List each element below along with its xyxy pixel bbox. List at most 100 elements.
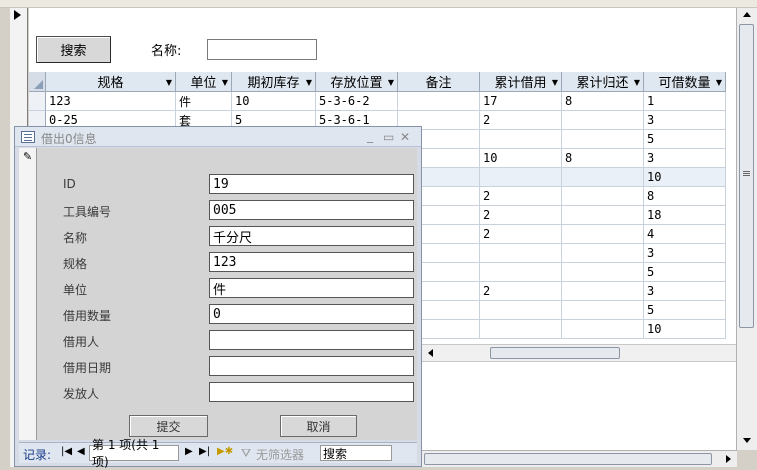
submit-button[interactable]: 提交: [129, 415, 208, 437]
field-input[interactable]: 19: [209, 174, 414, 194]
select-all-corner[interactable]: [29, 72, 46, 92]
table-cell[interactable]: 10: [644, 168, 726, 187]
search-button[interactable]: 搜索: [36, 36, 111, 63]
table-cell[interactable]: 17: [480, 92, 562, 111]
table-cell[interactable]: [480, 263, 562, 282]
table-cell[interactable]: [562, 187, 644, 206]
nav-search-input[interactable]: 搜索: [320, 445, 392, 461]
table-cell[interactable]: 123: [46, 92, 176, 111]
table-cell[interactable]: [480, 130, 562, 149]
table-cell[interactable]: [398, 92, 480, 111]
scroll-left-icon[interactable]: [428, 349, 433, 357]
table-cell[interactable]: 2: [480, 206, 562, 225]
field-input[interactable]: 0: [209, 304, 414, 324]
table-cell[interactable]: 5: [644, 263, 726, 282]
dialog-record-selector[interactable]: ✎: [19, 148, 37, 440]
scroll-right-icon[interactable]: [726, 455, 731, 463]
table-cell[interactable]: [480, 168, 562, 187]
table-cell[interactable]: [562, 130, 644, 149]
table-cell[interactable]: [562, 320, 644, 339]
table-cell[interactable]: 4: [644, 225, 726, 244]
table-cell[interactable]: 5: [644, 301, 726, 320]
scroll-up-icon[interactable]: [743, 12, 751, 17]
next-record-icon[interactable]: ▶: [185, 446, 193, 457]
prev-record-icon[interactable]: ◀: [77, 446, 85, 457]
table-cell[interactable]: 18: [644, 206, 726, 225]
row-selector[interactable]: [29, 92, 46, 111]
filter-icon[interactable]: ⛛: [241, 446, 251, 461]
chevron-down-icon[interactable]: ▼: [166, 78, 172, 87]
table-cell[interactable]: 2: [480, 111, 562, 130]
field-label: 名称: [63, 231, 88, 245]
name-label: 名称:: [151, 44, 182, 59]
field-input[interactable]: 千分尺: [209, 226, 414, 246]
minimize-icon[interactable]: _: [367, 129, 373, 143]
field-input[interactable]: [209, 330, 414, 350]
table-cell[interactable]: [480, 320, 562, 339]
column-header-label: 存放位置: [330, 76, 383, 91]
column-header-6[interactable]: 累计借用 ▼: [480, 72, 562, 92]
table-cell[interactable]: 8: [644, 187, 726, 206]
chevron-down-icon[interactable]: ▼: [388, 78, 394, 87]
table-cell[interactable]: 件: [176, 92, 232, 111]
field-input[interactable]: [209, 382, 414, 402]
column-header-3[interactable]: 期初库存 ▼: [232, 72, 316, 92]
table-cell[interactable]: [562, 206, 644, 225]
chevron-down-icon[interactable]: ▼: [222, 78, 228, 87]
record-position-field[interactable]: 第 1 项(共 1 项): [89, 438, 179, 469]
table-cell[interactable]: 8: [562, 92, 644, 111]
last-record-icon[interactable]: ▶|: [199, 446, 210, 457]
chevron-down-icon[interactable]: ▼: [634, 78, 640, 87]
subform-scroll-thumb[interactable]: [490, 347, 620, 359]
first-record-icon[interactable]: |◀: [61, 446, 72, 457]
new-record-icon[interactable]: ▶✱: [217, 446, 233, 457]
table-cell[interactable]: [480, 301, 562, 320]
column-header-7[interactable]: 累计归还 ▼: [562, 72, 644, 92]
chevron-down-icon[interactable]: ▼: [552, 78, 558, 87]
table-cell[interactable]: 10: [232, 92, 316, 111]
horizontal-scroll-thumb[interactable]: [424, 453, 712, 465]
vertical-scrollbar[interactable]: [736, 8, 757, 450]
table-cell[interactable]: [562, 301, 644, 320]
field-input[interactable]: 件: [209, 278, 414, 298]
table-cell[interactable]: 2: [480, 282, 562, 301]
table-cell[interactable]: [562, 111, 644, 130]
cancel-button[interactable]: 取消: [280, 415, 357, 437]
table-cell[interactable]: 3: [644, 149, 726, 168]
chevron-down-icon[interactable]: ▼: [716, 78, 722, 87]
column-header-4[interactable]: 存放位置 ▼: [316, 72, 398, 92]
table-cell[interactable]: 10: [644, 320, 726, 339]
no-filter-label[interactable]: 无筛选器: [256, 446, 304, 463]
name-search-input[interactable]: [207, 39, 317, 60]
table-cell[interactable]: 3: [644, 111, 726, 130]
table-cell[interactable]: 2: [480, 225, 562, 244]
subform-horizontal-scrollbar[interactable]: [422, 344, 736, 362]
table-cell[interactable]: 3: [644, 282, 726, 301]
table-cell[interactable]: [562, 282, 644, 301]
column-header-5[interactable]: 备注: [398, 72, 480, 92]
column-header-2[interactable]: 单位 ▼: [176, 72, 232, 92]
column-header-8[interactable]: 可借数量 ▼: [644, 72, 726, 92]
table-cell[interactable]: [562, 225, 644, 244]
table-cell[interactable]: 3: [644, 244, 726, 263]
field-input[interactable]: [209, 356, 414, 376]
table-cell[interactable]: 1: [644, 92, 726, 111]
table-cell[interactable]: 5-3-6-2: [316, 92, 398, 111]
table-cell[interactable]: 10: [480, 149, 562, 168]
table-cell[interactable]: 5: [644, 130, 726, 149]
column-header-1[interactable]: 规格 ▼: [46, 72, 176, 92]
close-icon[interactable]: ✕: [400, 130, 410, 144]
table-cell[interactable]: 8: [562, 149, 644, 168]
table-cell[interactable]: [480, 244, 562, 263]
scroll-down-icon[interactable]: [743, 438, 751, 443]
table-cell[interactable]: [562, 168, 644, 187]
chevron-down-icon[interactable]: ▼: [306, 78, 312, 87]
field-input[interactable]: 123: [209, 252, 414, 272]
vertical-scroll-thumb[interactable]: [739, 24, 754, 328]
table-cell[interactable]: [562, 263, 644, 282]
maximize-icon[interactable]: ▭: [383, 130, 394, 144]
table-cell[interactable]: [562, 244, 644, 263]
table-cell[interactable]: 2: [480, 187, 562, 206]
horizontal-scrollbar[interactable]: [422, 450, 737, 467]
field-input[interactable]: 005: [209, 200, 414, 220]
